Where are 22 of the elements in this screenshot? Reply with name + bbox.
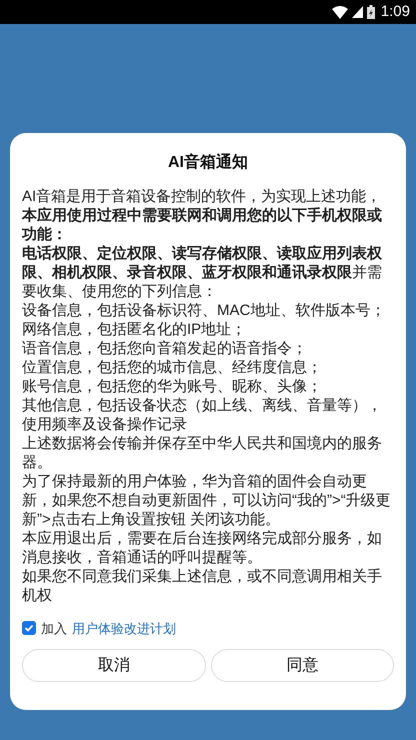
signal-icon: [352, 6, 363, 18]
agree-button[interactable]: 同意: [210, 649, 394, 682]
paragraph: 为了保持最新的用户体验，华为音箱的固件会自动更新，如果您不想自动更新固件，可以访问“我的”>“升级更新”>点击右上角设置按钮 关闭该功能。: [22, 472, 392, 528]
checkbox-label: 加入: [41, 620, 67, 638]
paragraph: AI音箱是用于音箱设备控制的软件，为实现上述功能，本应用使用过程中需要联网和调用您的以下手机权限或功能：: [22, 186, 383, 244]
clock-time: 1:09: [380, 2, 410, 22]
checkbox[interactable]: [22, 621, 36, 636]
program-link[interactable]: 用户体验改进计划: [72, 618, 176, 638]
paragraph: 设备信息，包括设备标识符、MAC地址、软件版本号；: [22, 300, 386, 320]
battery-icon: [366, 5, 375, 19]
paragraph: 上述数据将会传输并保存至中华人民共和国境内的服务器。: [22, 434, 383, 472]
paragraph: 语音信息，包括您向音箱发起的语音指令；: [22, 338, 308, 358]
paragraph: 账号信息，包括您的华为账号、昵称、头像；: [22, 376, 323, 396]
paragraph: 如果您不同意我们采集上述信息，或不同意调用相关手机权: [22, 566, 383, 604]
paragraph: 位置信息，包括您的城市信息、经纬度信息；: [22, 358, 323, 376]
paragraph: 电话权限、定位权限、读写存储权限、读取应用列表权限、相机权限、录音权限、蓝牙权限和通讯录权限并需要收集、使用您的下列信息：: [22, 244, 383, 300]
dialog-title: AI音箱通知: [167, 152, 249, 172]
cancel-button[interactable]: 取消: [22, 649, 206, 682]
paragraph: 本应用退出后，需要在后台连接网络完成部分服务，如消息接收，音箱通话的呼叫提醒等。: [22, 528, 383, 566]
paragraph: 其他信息，包括设备状态（如上线、离线、音量等），使用频率及设备操作记录: [22, 396, 383, 434]
wifi-icon: [332, 6, 348, 18]
paragraph: 网络信息，包括匿名化的IP地址；: [22, 320, 248, 338]
